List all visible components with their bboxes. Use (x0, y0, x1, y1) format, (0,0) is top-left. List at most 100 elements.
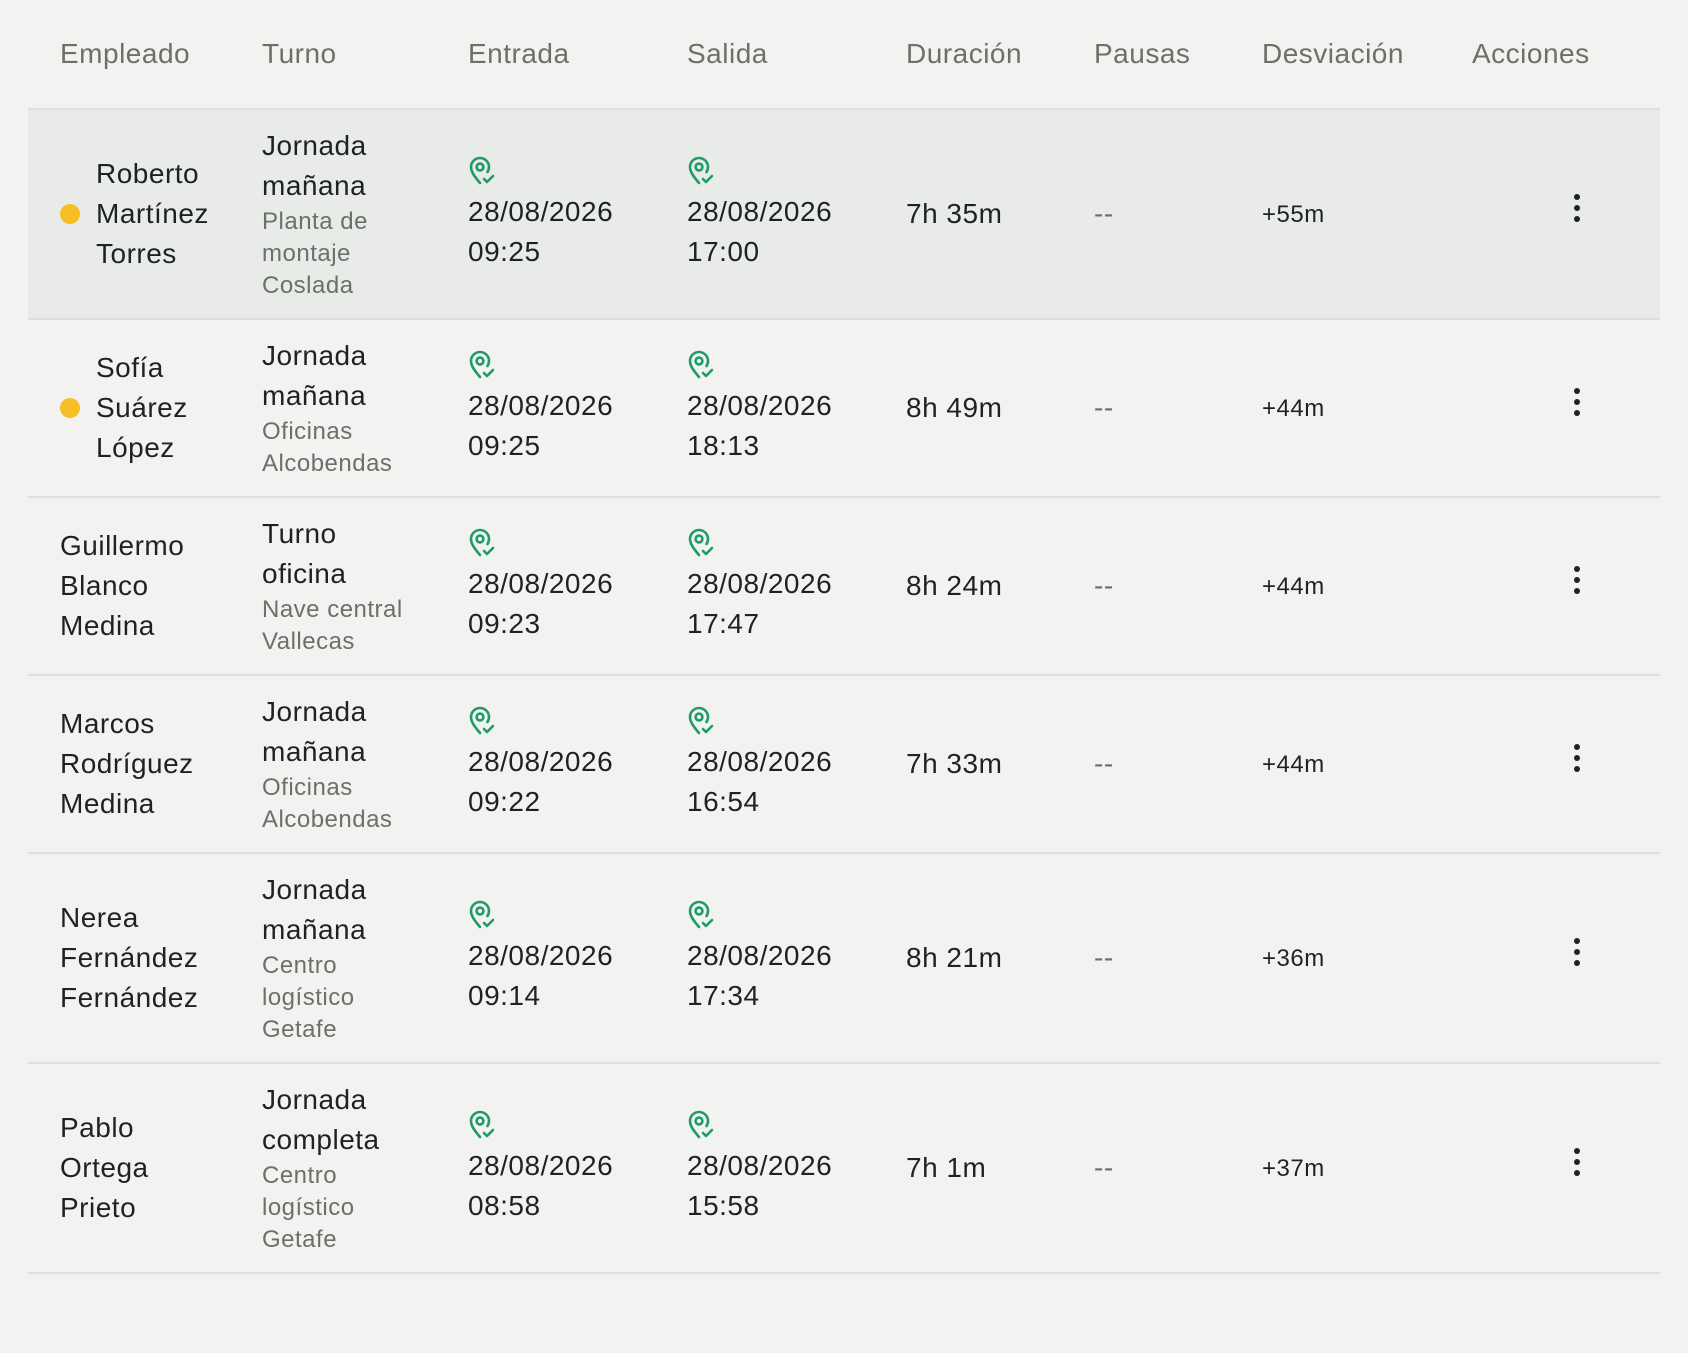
column-header-employee[interactable]: Empleado (28, 0, 262, 110)
employee-info: Marcos Rodríguez Medina (60, 704, 262, 824)
employee-name[interactable]: Marcos Rodríguez Medina (60, 704, 194, 824)
shift-name-line: mañana (262, 380, 367, 411)
table-row[interactable]: Guillermo Blanco Medina Turno oficina Nave ce… (28, 497, 1660, 676)
deviation-value: +44m (1262, 573, 1325, 600)
kebab-dot (1574, 193, 1580, 200)
entry-time: 09:23 (468, 608, 541, 639)
exit-time: 17:47 (687, 608, 760, 639)
more-vertical-icon[interactable] (1562, 563, 1592, 599)
duration-value: 8h 21m (906, 942, 1003, 973)
employee-info: Roberto Martínez Torres (60, 154, 262, 274)
location-check-icon[interactable] (687, 528, 715, 558)
location-check-icon[interactable] (468, 156, 496, 186)
kebab-dot (1574, 1147, 1580, 1154)
employee-name[interactable]: Nerea Fernández Fernández (60, 898, 198, 1018)
entry-date: 28/08/2026 (468, 1150, 614, 1181)
shift-name-line: Jornada (262, 874, 367, 905)
entry-date: 28/08/2026 (468, 746, 614, 777)
more-vertical-icon[interactable] (1562, 1145, 1592, 1181)
employee-name[interactable]: Guillermo Blanco Medina (60, 526, 184, 646)
employee-name-line: Suárez (96, 392, 188, 423)
table-row[interactable] (28, 1273, 1660, 1353)
table-row[interactable]: Nerea Fernández Fernández Jornada mañana Cent… (28, 853, 1660, 1064)
cell-breaks: -- (1094, 1063, 1262, 1274)
shift-location-line: Centro (262, 1162, 338, 1189)
cell-exit: 28/08/2026 16:54 (687, 675, 906, 854)
shift-name-line: mañana (262, 170, 367, 201)
column-header-exit[interactable]: Salida (687, 0, 906, 110)
exit-date: 28/08/2026 (687, 1150, 833, 1181)
cell-actions (1472, 1063, 1660, 1274)
duration-value: 8h 24m (906, 570, 1003, 601)
duration-value: 7h 33m (906, 748, 1003, 779)
employee-name[interactable]: Roberto Martínez Torres (96, 154, 209, 274)
exit-date: 28/08/2026 (687, 568, 833, 599)
location-check-icon[interactable] (468, 350, 496, 380)
employee-info: Pablo Ortega Prieto (60, 1108, 262, 1228)
cell-entry: 28/08/2026 09:14 (468, 853, 687, 1064)
cell-breaks: -- (1094, 109, 1262, 320)
employee-name-line: Marcos (60, 708, 155, 739)
entry-date: 28/08/2026 (468, 568, 614, 599)
employee-name-line: Prieto (60, 1192, 137, 1223)
cell-employee: Roberto Martínez Torres (28, 109, 262, 320)
employee-name[interactable]: Pablo Ortega Prieto (60, 1108, 149, 1228)
employee-info: Guillermo Blanco Medina (60, 526, 262, 646)
attendance-table-container: Empleado Turno Entrada Salida Duración P… (28, 0, 1660, 1353)
cell-exit: 28/08/2026 17:34 (687, 853, 906, 1064)
cell-actions (1472, 319, 1660, 498)
status-dot (60, 204, 80, 224)
cell-empty (687, 1273, 906, 1353)
location-check-icon[interactable] (687, 350, 715, 380)
breaks-value: -- (1094, 570, 1114, 601)
employee-name[interactable]: Sofía Suárez López (96, 348, 188, 468)
column-header-breaks[interactable]: Pausas (1094, 0, 1262, 110)
column-header-duration[interactable]: Duración (906, 0, 1094, 110)
location-check-icon[interactable] (468, 528, 496, 558)
more-vertical-icon[interactable] (1562, 741, 1592, 777)
location-check-icon[interactable] (687, 1110, 715, 1140)
shift-name-line: Jornada (262, 696, 367, 727)
employee-name-line: Medina (60, 610, 155, 641)
shift-location-line: logístico (262, 1194, 355, 1221)
cell-exit: 28/08/2026 18:13 (687, 319, 906, 498)
table-row[interactable]: Roberto Martínez Torres Jornada mañana Planta… (28, 109, 1660, 320)
kebab-dot (1574, 387, 1580, 394)
table-row[interactable]: Marcos Rodríguez Medina Jornada mañana Oficin… (28, 675, 1660, 854)
cell-shift: Jornada mañana Oficinas Alcobendas (262, 319, 468, 498)
shift-location: Nave central Vallecas (262, 594, 468, 658)
more-vertical-icon[interactable] (1562, 191, 1592, 227)
shift-location-line: Getafe (262, 1226, 338, 1253)
employee-name-line: Ortega (60, 1152, 149, 1183)
duration-value: 8h 49m (906, 392, 1003, 423)
location-check-icon[interactable] (468, 1110, 496, 1140)
location-check-icon[interactable] (687, 156, 715, 186)
cell-exit: 28/08/2026 17:47 (687, 497, 906, 676)
entry-date: 28/08/2026 (468, 196, 614, 227)
column-header-entry[interactable]: Entrada (468, 0, 687, 110)
deviation-value: +44m (1262, 751, 1325, 778)
cell-employee: Guillermo Blanco Medina (28, 497, 262, 676)
table-row[interactable]: Pablo Ortega Prieto Jornada completa Centro lo… (28, 1063, 1660, 1274)
location-check-icon[interactable] (468, 900, 496, 930)
cell-employee: Nerea Fernández Fernández (28, 853, 262, 1064)
employee-name-line: Rodríguez (60, 748, 194, 779)
location-check-icon[interactable] (468, 706, 496, 736)
employee-name-line: Fernández (60, 982, 199, 1013)
more-vertical-icon[interactable] (1562, 935, 1592, 971)
table-row[interactable]: Sofía Suárez López Jornada mañana Oficinas Alc… (28, 319, 1660, 498)
more-vertical-icon[interactable] (1562, 385, 1592, 421)
column-header-deviation[interactable]: Desviación (1262, 0, 1472, 110)
kebab-dot (1574, 565, 1580, 572)
location-check-icon[interactable] (687, 706, 715, 736)
column-header-shift[interactable]: Turno (262, 0, 468, 110)
shift-location-line: Oficinas (262, 418, 353, 445)
cell-entry: 28/08/2026 09:22 (468, 675, 687, 854)
shift-location: Oficinas Alcobendas (262, 772, 468, 836)
duration-value: 7h 1m (906, 1152, 987, 1183)
cell-employee: Marcos Rodríguez Medina (28, 675, 262, 854)
location-check-icon[interactable] (687, 900, 715, 930)
shift-name-line: completa (262, 1124, 380, 1155)
shift-location-line: montaje (262, 240, 351, 267)
breaks-value: -- (1094, 942, 1114, 973)
